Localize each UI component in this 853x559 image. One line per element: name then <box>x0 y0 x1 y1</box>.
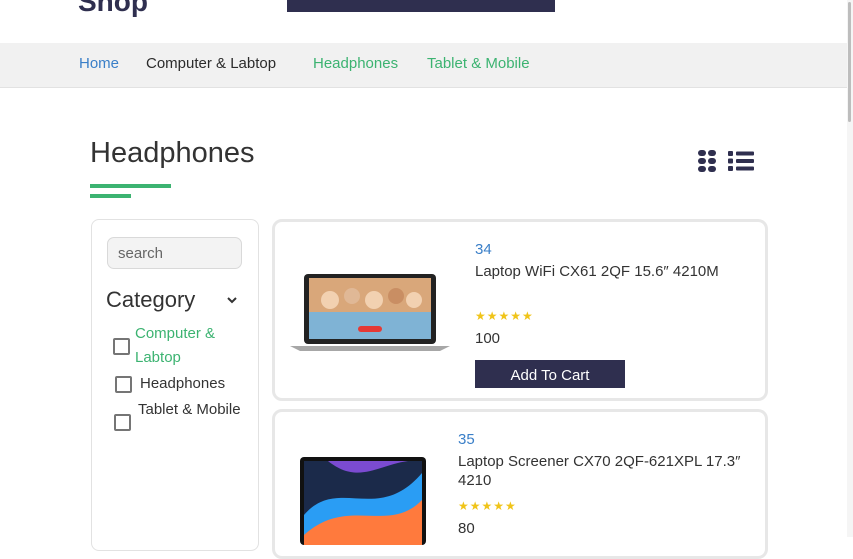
category-heading[interactable]: Category <box>106 287 195 313</box>
rating-stars: ★★★★★ <box>458 499 517 513</box>
nav-computer-labtop[interactable]: Computer & Labtop <box>146 55 276 72</box>
nav-tablet-mobile[interactable]: Tablet & Mobile <box>427 55 530 72</box>
product-image-laptop[interactable] <box>298 455 428 545</box>
site-logo[interactable]: Shop <box>78 0 148 18</box>
category-nav: Home Computer & Labtop Headphones Tablet… <box>0 43 847 88</box>
checkbox-computer-labtop[interactable] <box>113 338 130 355</box>
title-underline <box>90 184 171 188</box>
scrollbar-thumb[interactable] <box>848 2 851 122</box>
list-view-icon[interactable] <box>728 150 754 172</box>
rating-stars: ★★★★★ <box>475 309 534 323</box>
product-price: 80 <box>458 520 475 537</box>
add-to-cart-button[interactable]: Add To Cart <box>475 360 625 388</box>
product-price: 100 <box>475 330 501 347</box>
product-id[interactable]: 34 <box>475 241 492 258</box>
chevron-down-icon[interactable] <box>225 293 239 307</box>
top-header: Shop <box>0 0 853 43</box>
nav-home[interactable]: Home <box>79 55 119 72</box>
product-name[interactable]: Laptop WiFi CX61 2QF 15.6″ 4210M <box>475 262 760 281</box>
product-name[interactable]: Laptop Screener CX70 2QF-621XPL 17.3″ 42… <box>458 452 753 490</box>
cart-icon[interactable] <box>750 0 774 4</box>
category-item-headphones[interactable]: Headphones <box>140 372 250 396</box>
category-item-tablet-mobile[interactable]: Tablet & Mobile <box>138 398 248 422</box>
checkbox-tablet-mobile[interactable] <box>114 414 131 431</box>
page-title: Headphones <box>90 137 255 169</box>
category-item-computer-labtop[interactable]: Computer & Labtop <box>135 322 245 370</box>
title-underline-short <box>90 194 131 198</box>
grid-view-icon[interactable] <box>698 150 716 172</box>
product-id[interactable]: 35 <box>458 431 475 448</box>
checkbox-headphones[interactable] <box>115 376 132 393</box>
nav-headphones[interactable]: Headphones <box>313 55 398 72</box>
product-image-laptop[interactable] <box>290 272 450 352</box>
header-search-bar[interactable] <box>287 0 555 12</box>
search-input[interactable] <box>107 237 242 269</box>
